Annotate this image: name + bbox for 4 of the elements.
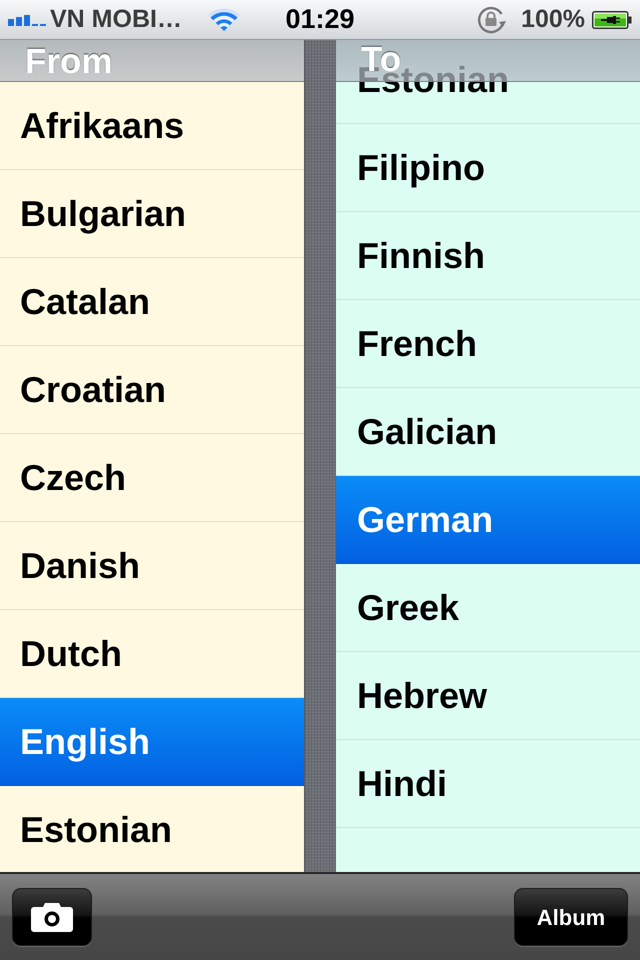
panel-title: From [25,44,114,79]
battery-percent: 100% [521,7,585,32]
carrier-name: VN MOBI… [50,7,182,32]
clock-time: 01:29 [285,6,355,33]
